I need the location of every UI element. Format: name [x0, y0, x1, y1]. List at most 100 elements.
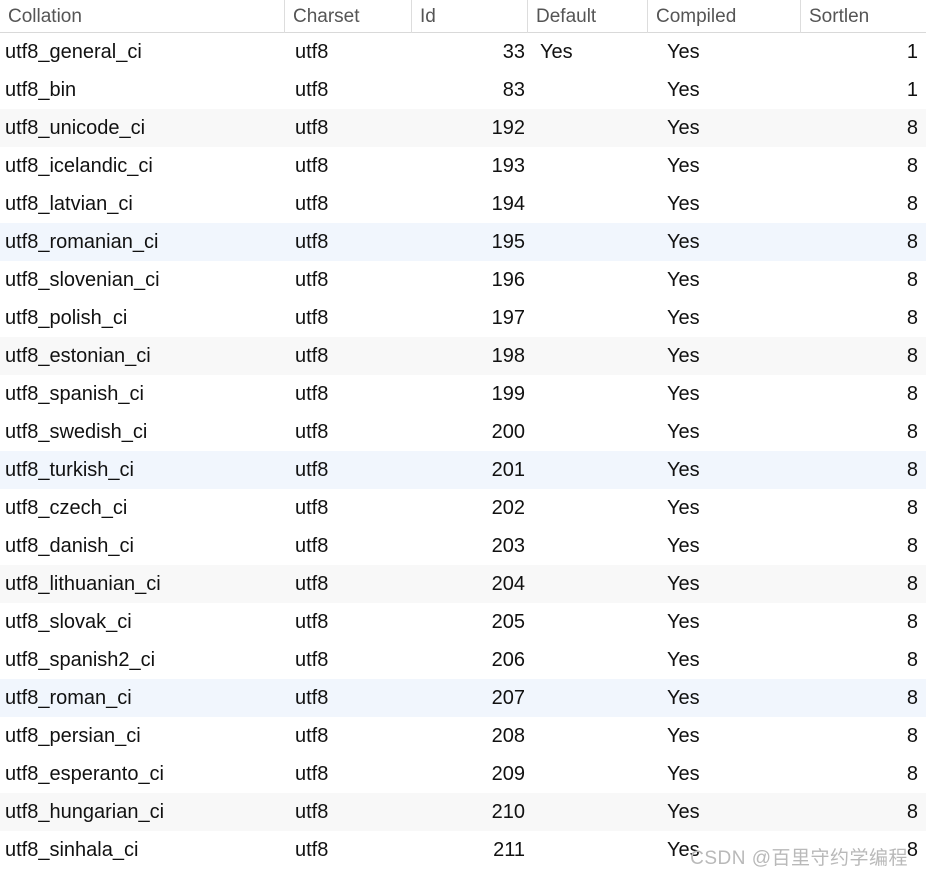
- column-header-charset-label: Charset: [293, 6, 360, 27]
- cell-compiled: Yes: [647, 831, 800, 869]
- cell-collation: utf8_turkish_ci: [0, 451, 284, 489]
- cell-sortlen: 1: [800, 71, 926, 109]
- column-header-id[interactable]: Id: [411, 0, 527, 33]
- cell-default: [527, 831, 647, 869]
- cell-default: [527, 489, 647, 527]
- cell-sortlen: 8: [800, 565, 926, 603]
- cell-sortlen: 8: [800, 489, 926, 527]
- cell-compiled: Yes: [647, 793, 800, 831]
- cell-compiled: Yes: [647, 33, 800, 71]
- cell-id: 196: [411, 261, 527, 299]
- cell-charset: utf8: [284, 71, 411, 109]
- cell-id: 200: [411, 413, 527, 451]
- cell-compiled: Yes: [647, 527, 800, 565]
- cell-compiled: Yes: [647, 679, 800, 717]
- cell-default: [527, 71, 647, 109]
- cell-id: 207: [411, 679, 527, 717]
- table-row[interactable]: utf8_sinhala_ciutf8211 Yes8: [0, 831, 926, 869]
- cell-id: 33: [411, 33, 527, 71]
- table-row[interactable]: utf8_danish_ciutf8203Yes8: [0, 527, 926, 565]
- cell-sortlen: 8: [800, 337, 926, 375]
- cell-default: [527, 413, 647, 451]
- cell-collation: utf8_spanish_ci: [0, 375, 284, 413]
- table-row[interactable]: utf8_czech_ciutf8202Yes8: [0, 489, 926, 527]
- cell-sortlen: 8: [800, 147, 926, 185]
- cell-collation: utf8_romanian_ci: [0, 223, 284, 261]
- table-row[interactable]: utf8_slovenian_ciutf8196Yes8: [0, 261, 926, 299]
- cell-default: [527, 375, 647, 413]
- cell-collation: utf8_bin: [0, 71, 284, 109]
- cell-id: 208: [411, 717, 527, 755]
- cell-id: 206: [411, 641, 527, 679]
- cell-charset: utf8: [284, 33, 411, 71]
- cell-compiled: Yes: [647, 717, 800, 755]
- cell-compiled: Yes: [647, 489, 800, 527]
- cell-default: Yes: [527, 33, 647, 71]
- cell-sortlen: 8: [800, 185, 926, 223]
- cell-default: [527, 679, 647, 717]
- table-row[interactable]: utf8_estonian_ciutf8198Yes8: [0, 337, 926, 375]
- table-row[interactable]: utf8_lithuanian_ciutf8204Yes8: [0, 565, 926, 603]
- cell-id: 193: [411, 147, 527, 185]
- cell-sortlen: 8: [800, 755, 926, 793]
- cell-charset: utf8: [284, 717, 411, 755]
- table-row[interactable]: utf8_slovak_ciutf8205Yes8: [0, 603, 926, 641]
- column-header-id-label: Id: [420, 6, 436, 27]
- table-row[interactable]: utf8_swedish_ciutf8200Yes8: [0, 413, 926, 451]
- cell-default: [527, 641, 647, 679]
- column-header-charset[interactable]: Charset: [284, 0, 411, 33]
- cell-collation: utf8_esperanto_ci: [0, 755, 284, 793]
- table-row[interactable]: utf8_general_ciutf833YesYes1: [0, 33, 926, 71]
- cell-compiled: Yes: [647, 451, 800, 489]
- table-row[interactable]: utf8_roman_ciutf8207Yes8: [0, 679, 926, 717]
- cell-charset: utf8: [284, 337, 411, 375]
- table-row[interactable]: utf8_persian_ciutf8208Yes8: [0, 717, 926, 755]
- table-row[interactable]: utf8_romanian_ciutf8195Yes8: [0, 223, 926, 261]
- cell-charset: utf8: [284, 565, 411, 603]
- cell-collation: utf8_swedish_ci: [0, 413, 284, 451]
- cell-default: [527, 185, 647, 223]
- cell-collation: utf8_roman_ci: [0, 679, 284, 717]
- cell-sortlen: 8: [800, 793, 926, 831]
- cell-sortlen: 8: [800, 451, 926, 489]
- table-row[interactable]: utf8_spanish_ciutf8199Yes8: [0, 375, 926, 413]
- table-row[interactable]: utf8_spanish2_ciutf8206Yes8: [0, 641, 926, 679]
- cell-id: 211: [411, 831, 527, 869]
- table-row[interactable]: utf8_polish_ciutf8197Yes8: [0, 299, 926, 337]
- cell-charset: utf8: [284, 147, 411, 185]
- cell-charset: utf8: [284, 641, 411, 679]
- cell-default: [527, 299, 647, 337]
- column-header-default[interactable]: Default: [527, 0, 647, 33]
- cell-sortlen: 8: [800, 679, 926, 717]
- cell-compiled: Yes: [647, 71, 800, 109]
- cell-default: [527, 565, 647, 603]
- table-row[interactable]: utf8_icelandic_ciutf8193Yes8: [0, 147, 926, 185]
- cell-id: 204: [411, 565, 527, 603]
- cell-collation: utf8_unicode_ci: [0, 109, 284, 147]
- cell-id: 198: [411, 337, 527, 375]
- cell-charset: utf8: [284, 223, 411, 261]
- table-row[interactable]: utf8_latvian_ciutf8194Yes8: [0, 185, 926, 223]
- cell-default: [527, 147, 647, 185]
- cell-sortlen: 1: [800, 33, 926, 71]
- table-row[interactable]: utf8_esperanto_ciutf8209Yes8: [0, 755, 926, 793]
- cell-default: [527, 755, 647, 793]
- cell-collation: utf8_sinhala_ci: [0, 831, 284, 869]
- cell-sortlen: 8: [800, 831, 926, 869]
- cell-default: [527, 717, 647, 755]
- cell-compiled: Yes: [647, 603, 800, 641]
- cell-collation: utf8_slovak_ci: [0, 603, 284, 641]
- column-header-collation[interactable]: Collation: [0, 0, 284, 33]
- table-row[interactable]: utf8_turkish_ciutf8201Yes8: [0, 451, 926, 489]
- cell-default: [527, 223, 647, 261]
- table-row[interactable]: utf8_binutf883 Yes1: [0, 71, 926, 109]
- cell-charset: utf8: [284, 261, 411, 299]
- cell-id: 195: [411, 223, 527, 261]
- cell-id: 83: [411, 71, 527, 109]
- table-row[interactable]: utf8_hungarian_ciutf8210Yes8: [0, 793, 926, 831]
- cell-collation: utf8_czech_ci: [0, 489, 284, 527]
- table-row[interactable]: utf8_unicode_ciutf8192Yes8: [0, 109, 926, 147]
- column-header-compiled[interactable]: Compiled: [647, 0, 800, 33]
- column-header-sortlen[interactable]: Sortlen: [800, 0, 926, 33]
- cell-charset: utf8: [284, 831, 411, 869]
